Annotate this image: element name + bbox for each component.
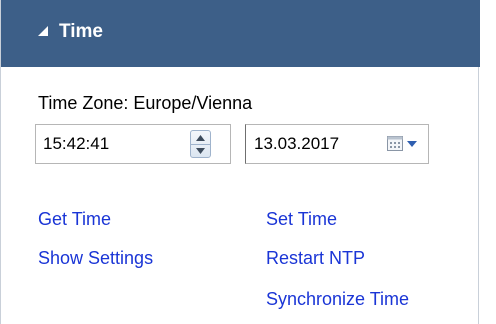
date-field[interactable] (245, 124, 429, 164)
spinner-up-icon[interactable] (191, 131, 210, 145)
show-settings-link[interactable]: Show Settings (38, 247, 153, 269)
time-input[interactable] (36, 125, 184, 163)
collapse-triangle-icon[interactable] (36, 24, 50, 38)
synchronize-time-link[interactable]: Synchronize Time (266, 288, 409, 310)
timezone-label: Time Zone: Europe/Vienna (38, 93, 253, 113)
restart-ntp-link[interactable]: Restart NTP (266, 247, 365, 269)
spinner-down-icon[interactable] (191, 144, 210, 157)
calendar-dropdown-icon[interactable] (386, 134, 422, 154)
time-field[interactable] (35, 124, 231, 164)
time-spinner[interactable] (190, 130, 211, 158)
time-panel: Time Time Zone: Europe/Vienna 15:42:41 1… (0, 0, 480, 324)
panel-header[interactable]: Time (1, 0, 480, 67)
panel-title: Time (59, 21, 104, 42)
set-time-link[interactable]: Set Time (266, 208, 337, 230)
get-time-link[interactable]: Get Time (38, 208, 111, 230)
date-input[interactable] (246, 125, 378, 163)
